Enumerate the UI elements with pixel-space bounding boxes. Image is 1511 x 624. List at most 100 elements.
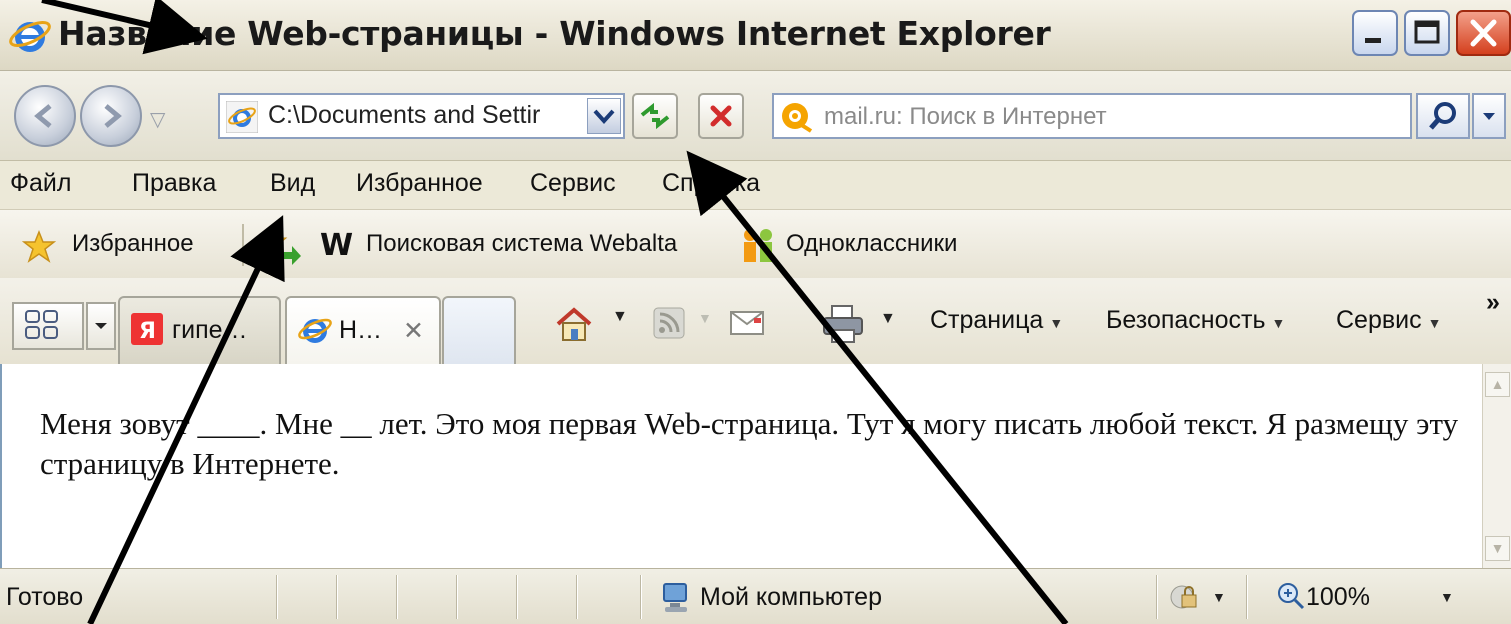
status-separator [1156,575,1158,619]
vertical-scrollbar[interactable]: ▲ ▼ [1482,364,1511,568]
mail-ru-icon [782,103,813,133]
search-placeholder: mail.ru: Поиск в Интернет [824,103,1107,130]
ie-page-icon [298,318,332,343]
more-commands-chevron-icon[interactable]: » [1486,288,1500,317]
status-separator [276,575,278,619]
address-url: C:\Documents and Settir [268,101,541,129]
forward-arrow-icon [104,104,122,128]
close-icon [1470,19,1497,47]
scroll-up-icon[interactable]: ▲ [1485,372,1510,397]
address-toolbar: ▽ C:\Documents and Settir mail.ru: Поиск… [0,71,1511,161]
scroll-down-icon[interactable]: ▼ [1485,536,1510,561]
tab-row: Я гипе… Н… ✕ ▼ ▼ ▼ Страница ▼ Безопаснос… [0,278,1511,366]
chevron-down-icon [1483,113,1495,120]
status-separator [516,575,518,619]
yandex-icon: Я [131,313,163,345]
home-icon[interactable] [552,302,596,346]
feeds-dropdown-icon[interactable]: ▼ [698,310,712,326]
status-separator [456,575,458,619]
page-ie-icon [226,101,258,133]
search-field[interactable]: mail.ru: Поиск в Интернет [772,93,1412,139]
security-zone-label: Мой компьютер [700,583,882,611]
forward-button[interactable] [80,85,142,147]
favorites-star-icon [22,230,56,263]
status-separator [1246,575,1248,619]
svg-text:Я: Я [139,319,156,344]
rss-feeds-icon[interactable] [652,306,686,340]
safety-menu[interactable]: Безопасность ▼ [1106,306,1285,335]
zoom-icon[interactable] [1276,581,1306,611]
window-title: Название Web-страницы - Windows Internet… [58,14,1051,53]
quick-tabs-icon [25,310,58,339]
browser-window: Название Web-страницы - Windows Internet… [0,0,1511,624]
home-dropdown-icon[interactable]: ▼ [612,308,628,326]
page-content: Меня зовут ____. Мне __ лет. Это моя пер… [0,364,1482,568]
safety-menu-label: Безопасность [1106,306,1266,334]
search-options-button[interactable] [1472,93,1506,139]
title-bar[interactable]: Название Web-страницы - Windows Internet… [0,0,1511,71]
search-button[interactable] [1416,93,1470,139]
page-menu[interactable]: Страница ▼ [930,306,1063,335]
minimize-icon [1365,38,1381,43]
chevron-down-icon: ▼ [1427,315,1442,331]
chevron-down-icon: ▼ [1049,315,1064,331]
minimize-button[interactable] [1352,10,1398,56]
chevron-down-icon [593,109,615,124]
tools-menu[interactable]: Сервис ▼ [1336,306,1441,335]
status-separator [576,575,578,619]
chevron-down-icon [95,323,107,329]
tab-list-dropdown[interactable] [86,302,116,350]
address-field[interactable]: C:\Documents and Settir [218,93,625,139]
webalta-icon: W [320,228,354,263]
read-mail-icon[interactable] [728,306,766,340]
ie-logo-icon [9,21,51,52]
stop-button[interactable] [698,93,744,139]
tab-close-icon[interactable]: ✕ [403,316,424,346]
refresh-button[interactable] [632,93,678,139]
quick-tabs-button[interactable] [12,302,84,350]
favorites-link-odnoklassniki[interactable]: Одноклассники [786,230,957,258]
print-dropdown-icon[interactable]: ▼ [880,310,896,328]
status-separator [640,575,642,619]
protected-mode-icon[interactable] [1168,581,1202,613]
page-menu-label: Страница [930,306,1044,334]
favorites-separator [242,224,244,266]
print-icon[interactable] [820,302,866,346]
address-dropdown-button[interactable] [587,98,621,134]
new-tab-button[interactable] [442,296,516,364]
menu-favorites[interactable]: Избранное [356,169,483,198]
favorites-link-webalta[interactable]: Поисковая система Webalta [366,230,677,258]
tab-current[interactable]: Н… ✕ [285,296,441,364]
favorites-bar: Избранное W Поисковая система Webalta Од… [0,210,1511,278]
status-separator [396,575,398,619]
history-dropdown-icon[interactable]: ▽ [150,107,165,132]
status-bar: Готово Мой компьютер ▼ 100% ▼ [0,568,1511,624]
page-body-text: Меня зовут ____. Мне __ лет. Это моя пер… [40,406,1459,481]
status-separator [336,575,338,619]
tab-label: гипе… [172,316,248,344]
zoom-level[interactable]: 100% [1306,583,1370,612]
status-text: Готово [6,583,84,611]
close-button[interactable] [1456,10,1511,56]
add-to-favorites-icon[interactable] [262,226,302,266]
maximize-icon [1414,20,1440,44]
menu-edit[interactable]: Правка [132,169,216,198]
menu-bar: Файл Правка Вид Избранное Сервис Справка [0,161,1511,210]
protected-mode-dropdown-icon[interactable]: ▼ [1212,589,1226,605]
refresh-icon [640,102,670,130]
tab-label: Н… [339,316,383,344]
back-button[interactable] [14,85,76,147]
favorites-button-label[interactable]: Избранное [72,230,194,258]
tools-menu-label: Сервис [1336,306,1422,334]
zoom-dropdown-icon[interactable]: ▼ [1440,589,1454,605]
menu-tools[interactable]: Сервис [530,169,616,198]
menu-help[interactable]: Справка [662,169,760,198]
odnoklassniki-icon [744,229,772,262]
tab-yandex[interactable]: Я гипе… [118,296,281,364]
menu-file[interactable]: Файл [10,169,71,198]
maximize-button[interactable] [1404,10,1450,56]
chevron-down-icon: ▼ [1271,315,1286,331]
menu-view[interactable]: Вид [270,169,315,198]
stop-icon [710,105,732,127]
my-computer-icon [663,583,687,612]
